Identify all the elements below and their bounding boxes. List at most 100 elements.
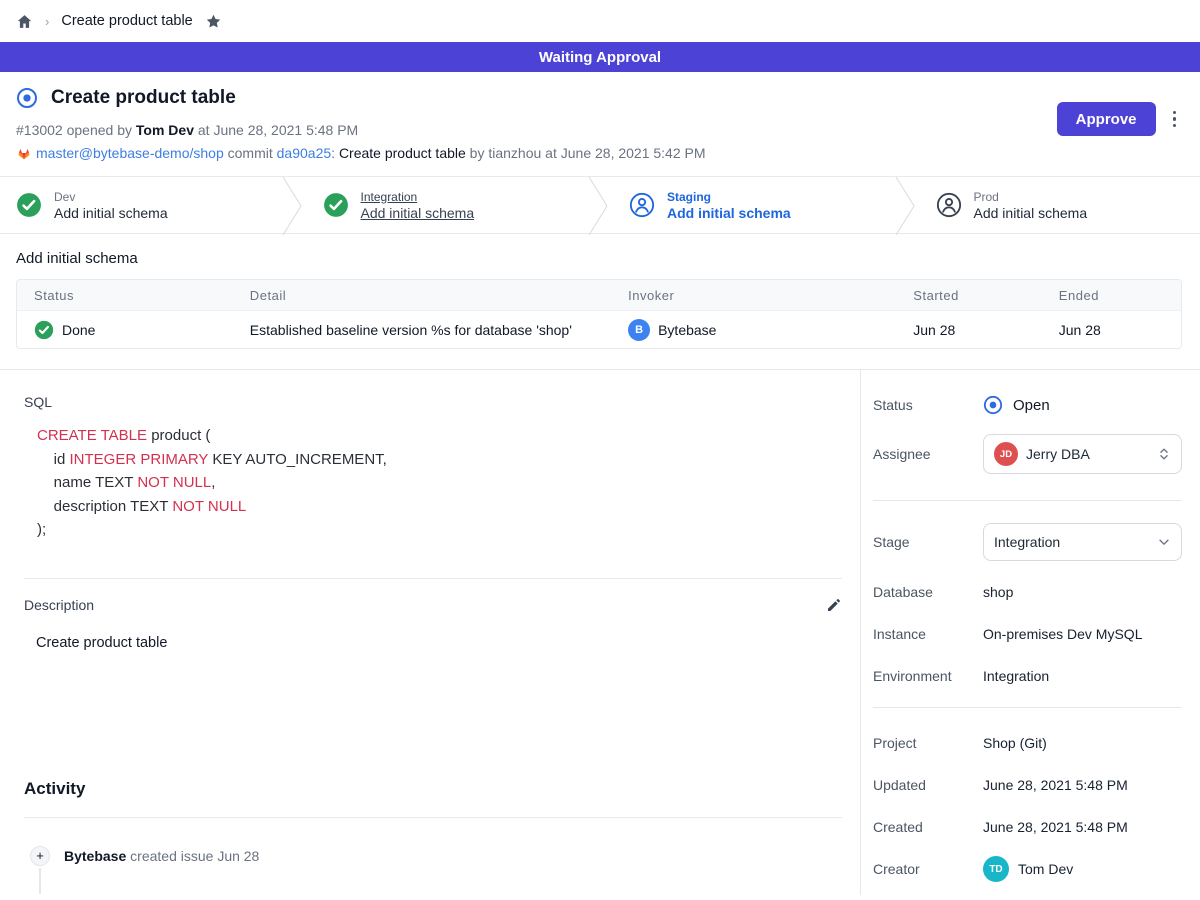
created-value: June 28, 2021 5:48 PM (983, 819, 1128, 835)
more-actions-button[interactable] (1171, 107, 1179, 132)
status-label: Status (873, 397, 983, 413)
issue-open-icon (16, 87, 38, 109)
task-section-title: Add initial schema (16, 250, 1182, 267)
edit-pencil-icon[interactable] (826, 597, 842, 613)
chevron-right-icon: › (45, 14, 49, 29)
environment-value: Integration (983, 668, 1049, 684)
divider (24, 817, 842, 818)
approve-button[interactable]: Approve (1057, 102, 1156, 136)
status-value-text: Open (1013, 397, 1050, 414)
table-row[interactable]: Done Established baseline version %s for… (17, 310, 1181, 348)
issue-meta-prefix: #13002 opened by (16, 122, 136, 138)
creator-avatar: TD (983, 856, 1009, 882)
assignee-value-text: Jerry DBA (1026, 446, 1149, 462)
instance-value: On-premises Dev MySQL (983, 626, 1142, 642)
stage-label: Stage (873, 534, 983, 550)
description-text: Create product table (24, 635, 842, 651)
person-circle-icon (629, 192, 655, 218)
stage-task-link[interactable]: Add initial schema (361, 205, 475, 221)
plus-icon: + (30, 846, 50, 866)
stage-select[interactable]: Integration (983, 523, 1182, 561)
database-label: Database (873, 584, 983, 600)
column-header-detail: Detail (250, 288, 628, 303)
home-icon[interactable] (16, 13, 33, 30)
approval-banner: Waiting Approval (0, 42, 1200, 72)
issue-body: SQL CREATE TABLE product ( id INTEGER PR… (0, 370, 860, 895)
stage-dev[interactable]: Dev Add initial schema (0, 177, 281, 233)
vcs-commit-suffix: by tianzhou at June 28, 2021 5:42 PM (466, 145, 706, 161)
gitlab-icon (16, 146, 32, 161)
project-label: Project (873, 735, 983, 751)
activity-timeline-line (39, 868, 41, 894)
created-label: Created (873, 819, 983, 835)
project-value: Shop (Git) (983, 735, 1047, 751)
star-icon[interactable] (205, 13, 222, 30)
open-status-icon (983, 395, 1003, 415)
task-section: Add initial schema Status Detail Invoker… (0, 234, 1200, 349)
pipeline-stage-bar: Dev Add initial schema Integration Add i… (0, 176, 1200, 234)
issue-sidebar: Status Open Assignee JD Jerry DBA Stage … (860, 370, 1200, 895)
vcs-commit-message: Create product table (339, 145, 466, 161)
stage-env-label: Staging (667, 190, 791, 204)
task-invoker-text: Bytebase (658, 322, 716, 338)
task-started-text: Jun 28 (913, 322, 1059, 338)
stage-integration[interactable]: Integration Add initial schema (303, 177, 588, 233)
person-circle-icon (936, 192, 962, 218)
updown-chevron-icon (1157, 447, 1171, 461)
updated-value: June 28, 2021 5:48 PM (983, 777, 1128, 793)
creator-value-text: Tom Dev (1018, 861, 1073, 877)
breadcrumb-page-link[interactable]: Create product table (61, 13, 192, 29)
column-header-ended: Ended (1059, 288, 1181, 303)
stage-prod[interactable]: Prod Add initial schema (916, 177, 1200, 233)
stage-staging[interactable]: Staging Add initial schema (609, 177, 894, 233)
sql-section-label: SQL (24, 394, 842, 410)
stage-task-label: Add initial schema (667, 205, 791, 221)
assignee-avatar: JD (994, 442, 1018, 466)
updated-label: Updated (873, 777, 983, 793)
divider (873, 707, 1182, 708)
database-value: shop (983, 584, 1013, 600)
instance-label: Instance (873, 626, 983, 642)
vcs-branch-repo-link[interactable]: master@bytebase-demo/shop (36, 145, 224, 161)
creator-label: Creator (873, 861, 983, 877)
stage-separator (587, 177, 609, 235)
approval-banner-text: Waiting Approval (539, 49, 661, 66)
stage-separator (894, 177, 916, 235)
activity-actor: Bytebase (64, 848, 126, 864)
vcs-colon: : (331, 145, 339, 161)
assignee-label: Assignee (873, 446, 983, 462)
check-circle-icon (16, 192, 42, 218)
sql-code: CREATE TABLE product ( id INTEGER PRIMAR… (24, 424, 842, 542)
column-header-started: Started (913, 288, 1059, 303)
divider (873, 500, 1182, 501)
breadcrumb: › Create product table (0, 0, 1200, 42)
divider (24, 578, 842, 579)
column-header-invoker: Invoker (628, 288, 913, 303)
task-table: Status Detail Invoker Started Ended Done… (16, 279, 1182, 349)
column-header-status: Status (17, 288, 250, 303)
stage-env-label: Dev (54, 190, 168, 204)
stage-env-link[interactable]: Integration (361, 190, 475, 204)
activity-title: Activity (24, 779, 842, 799)
stage-task-label: Add initial schema (54, 205, 168, 221)
task-detail-text: Established baseline version %s for data… (250, 322, 628, 338)
issue-meta: #13002 opened by Tom Dev at June 28, 202… (16, 122, 1184, 138)
done-check-icon (34, 320, 54, 340)
vcs-commit-hash-link[interactable]: da90a25 (277, 145, 332, 161)
environment-label: Environment (873, 668, 983, 684)
stage-env-label: Prod (974, 190, 1088, 204)
task-status-text: Done (62, 322, 95, 338)
issue-meta-time: at June 28, 2021 5:48 PM (194, 122, 358, 138)
stage-task-label: Add initial schema (974, 205, 1088, 221)
bytebase-avatar: B (628, 319, 650, 341)
page-title: Create product table (51, 87, 236, 109)
stage-separator (281, 177, 303, 235)
vcs-commit-line: master@bytebase-demo/shop commit da90a25… (16, 145, 1184, 161)
description-label: Description (24, 597, 94, 613)
task-table-header: Status Detail Invoker Started Ended (17, 280, 1181, 310)
vcs-commit-word: commit (224, 145, 277, 161)
issue-header: Create product table #13002 opened by To… (0, 72, 1200, 161)
task-ended-text: Jun 28 (1059, 322, 1181, 338)
activity-action: created issue Jun 28 (126, 848, 259, 864)
assignee-select[interactable]: JD Jerry DBA (983, 434, 1182, 474)
